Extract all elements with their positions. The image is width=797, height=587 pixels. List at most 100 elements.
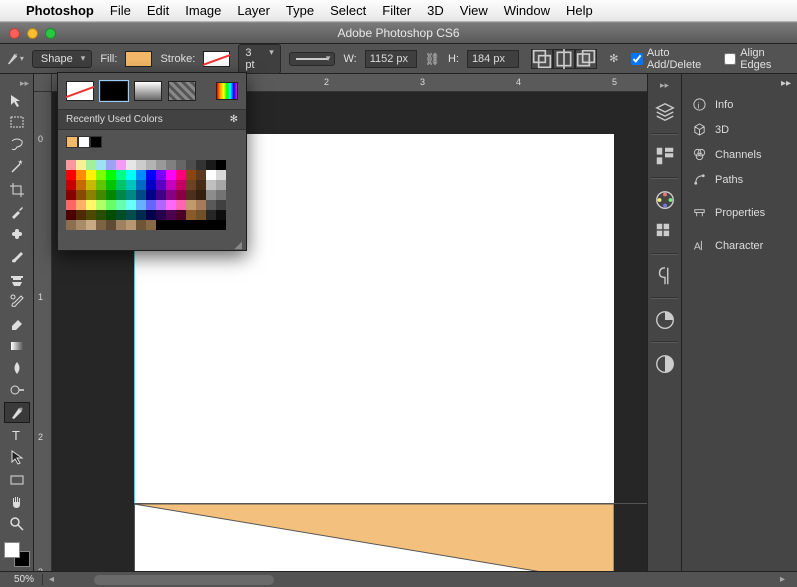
palette-color-swatch[interactable]	[116, 160, 126, 170]
palette-color-swatch[interactable]	[186, 180, 196, 190]
palette-color-swatch[interactable]	[126, 160, 136, 170]
palette-color-swatch[interactable]	[196, 220, 206, 230]
palette-color-swatch[interactable]	[206, 170, 216, 180]
palette-color-swatch[interactable]	[106, 190, 116, 200]
type-tool[interactable]: T	[4, 424, 30, 445]
move-tool[interactable]	[4, 90, 30, 111]
palette-color-swatch[interactable]	[96, 180, 106, 190]
palette-color-swatch[interactable]	[76, 180, 86, 190]
recent-color-swatch[interactable]	[78, 136, 90, 148]
color-panel-icon[interactable]	[654, 189, 676, 211]
menu-filter[interactable]: Filter	[382, 3, 411, 18]
palette-color-swatch[interactable]	[216, 180, 226, 190]
palette-color-swatch[interactable]	[176, 170, 186, 180]
palette-color-swatch[interactable]	[86, 190, 96, 200]
palette-color-swatch[interactable]	[76, 170, 86, 180]
palette-color-swatch[interactable]	[136, 160, 146, 170]
palette-color-swatch[interactable]	[106, 220, 116, 230]
foreground-color-swatch[interactable]	[4, 542, 20, 558]
gradient-tool[interactable]	[4, 335, 30, 356]
palette-color-swatch[interactable]	[96, 160, 106, 170]
width-field[interactable]	[365, 50, 417, 68]
mac-menu-bar[interactable]: Photoshop File Edit Image Layer Type Sel…	[0, 0, 797, 22]
styles-panel-icon[interactable]	[654, 309, 676, 331]
link-dimensions-icon[interactable]: ⛓	[425, 52, 440, 66]
palette-color-swatch[interactable]	[86, 170, 96, 180]
palette-color-swatch[interactable]	[126, 220, 136, 230]
palette-color-swatch[interactable]	[186, 170, 196, 180]
menu-edit[interactable]: Edit	[147, 3, 169, 18]
recent-color-swatch[interactable]	[66, 136, 78, 148]
palette-color-swatch[interactable]	[216, 170, 226, 180]
palette-color-swatch[interactable]	[136, 180, 146, 190]
palette-color-swatch[interactable]	[216, 200, 226, 210]
palette-color-swatch[interactable]	[176, 190, 186, 200]
menu-image[interactable]: Image	[185, 3, 221, 18]
palette-color-swatch[interactable]	[66, 180, 76, 190]
pen-tool[interactable]	[4, 402, 30, 423]
palette-color-swatch[interactable]	[166, 190, 176, 200]
palette-color-swatch[interactable]	[156, 210, 166, 220]
palette-color-swatch[interactable]	[86, 160, 96, 170]
menu-window[interactable]: Window	[504, 3, 550, 18]
palette-color-swatch[interactable]	[146, 160, 156, 170]
app-menu[interactable]: Photoshop	[26, 3, 94, 18]
palette-color-swatch[interactable]	[206, 210, 216, 220]
solid-color-option[interactable]	[100, 81, 128, 101]
palette-color-swatch[interactable]	[126, 210, 136, 220]
palette-color-swatch[interactable]	[136, 170, 146, 180]
palette-color-swatch[interactable]	[116, 190, 126, 200]
palette-color-swatch[interactable]	[186, 210, 196, 220]
palette-color-swatch[interactable]	[166, 200, 176, 210]
palette-color-swatch[interactable]	[176, 220, 186, 230]
color-picker-icon[interactable]	[216, 82, 238, 100]
layers-panel-icon[interactable]	[654, 101, 676, 123]
auto-add-delete-checkbox[interactable]: Auto Add/Delete	[631, 47, 716, 71]
no-color-option[interactable]	[66, 81, 94, 101]
palette-color-swatch[interactable]	[66, 190, 76, 200]
healing-brush-tool[interactable]	[4, 224, 30, 245]
palette-color-swatch[interactable]	[116, 220, 126, 230]
palette-color-swatch[interactable]	[206, 160, 216, 170]
scroll-right-icon[interactable]: ▸	[774, 574, 791, 585]
palette-color-swatch[interactable]	[96, 200, 106, 210]
palette-color-swatch[interactable]	[116, 210, 126, 220]
palette-color-swatch[interactable]	[156, 160, 166, 170]
expand-dock-icon[interactable]: ▸▸	[660, 80, 669, 91]
palette-color-swatch[interactable]	[96, 210, 106, 220]
palette-color-swatch[interactable]	[196, 200, 206, 210]
ruler-origin[interactable]	[34, 74, 52, 92]
panel-3d[interactable]: 3D	[682, 117, 797, 142]
palette-color-swatch[interactable]	[206, 180, 216, 190]
palette-color-swatch[interactable]	[146, 200, 156, 210]
path-selection-tool[interactable]	[4, 447, 30, 468]
palette-color-swatch[interactable]	[126, 190, 136, 200]
recent-color-swatch[interactable]	[90, 136, 102, 148]
menu-help[interactable]: Help	[566, 3, 593, 18]
palette-color-swatch[interactable]	[216, 210, 226, 220]
palette-color-swatch[interactable]	[156, 200, 166, 210]
palette-color-swatch[interactable]	[196, 170, 206, 180]
palette-color-swatch[interactable]	[166, 220, 176, 230]
adjustments-panel-icon[interactable]	[654, 353, 676, 375]
palette-color-swatch[interactable]	[96, 190, 106, 200]
scrollbar-handle[interactable]	[94, 575, 274, 585]
transform-bounding-box[interactable]	[134, 503, 647, 571]
gradient-option[interactable]	[134, 81, 162, 101]
palette-color-swatch[interactable]	[196, 210, 206, 220]
palette-color-swatch[interactable]	[166, 170, 176, 180]
palette-color-swatch[interactable]	[166, 160, 176, 170]
gear-icon[interactable]: ✻	[605, 49, 623, 69]
menu-layer[interactable]: Layer	[237, 3, 270, 18]
path-arrange-button[interactable]	[575, 49, 597, 69]
palette-color-swatch[interactable]	[136, 190, 146, 200]
path-combine-button[interactable]	[531, 49, 553, 69]
palette-color-swatch[interactable]	[146, 190, 156, 200]
palette-color-swatch[interactable]	[106, 170, 116, 180]
path-align-button[interactable]	[553, 49, 575, 69]
palette-color-swatch[interactable]	[166, 180, 176, 190]
palette-color-swatch[interactable]	[176, 210, 186, 220]
palette-color-swatch[interactable]	[216, 220, 226, 230]
palette-color-swatch[interactable]	[126, 170, 136, 180]
stroke-style-dropdown[interactable]	[289, 52, 336, 66]
